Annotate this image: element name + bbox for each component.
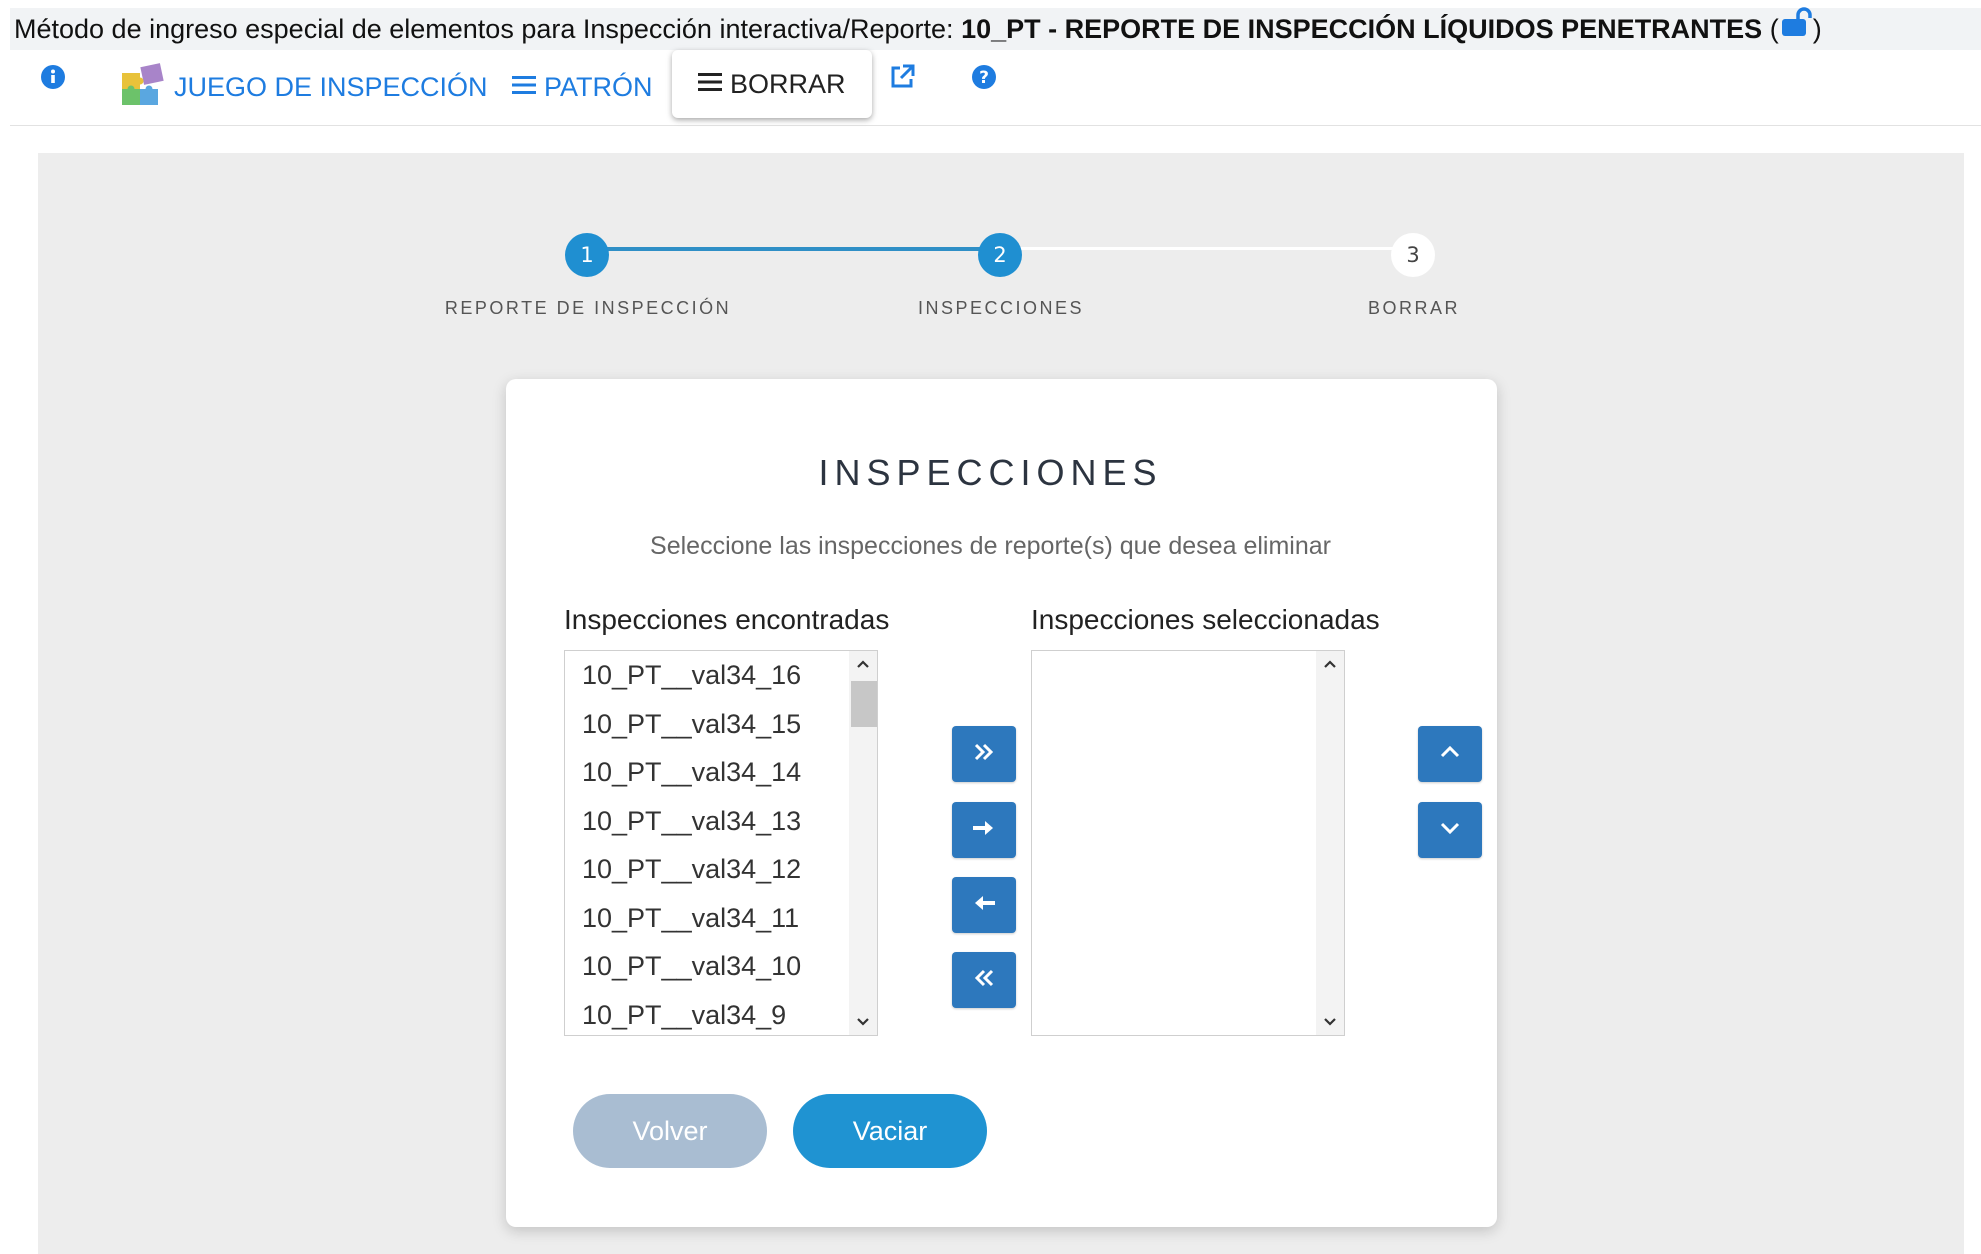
svg-text:?: ? <box>979 68 989 88</box>
selected-listbox[interactable] <box>1031 650 1345 1036</box>
window-title: Método de ingreso especial de elementos … <box>10 7 1981 50</box>
title-paren-open: ( <box>1762 14 1779 44</box>
step-3-label: BORRAR <box>1367 298 1460 318</box>
patron-button[interactable]: PATRÓN <box>512 64 653 110</box>
scroll-up-icon[interactable] <box>849 651 877 677</box>
patron-label: PATRÓN <box>544 71 653 102</box>
double-chevron-left-icon <box>973 968 995 993</box>
puzzle-icon <box>120 61 166 114</box>
empty-button[interactable]: Vaciar <box>793 1094 987 1168</box>
arrow-left-icon <box>971 893 997 918</box>
selected-header: Inspecciones seleccionadas <box>1031 604 1380 635</box>
step-1-label: REPORTE DE INSPECCIÓN <box>444 298 732 318</box>
external-link-icon[interactable] <box>888 63 916 96</box>
found-listbox[interactable]: 10_PT__val34_16 10_PT__val34_15 10_PT__val… <box>564 650 878 1036</box>
found-list-items: 10_PT__val34_16 10_PT__val34_15 10_PT__val… <box>565 651 849 1036</box>
card-title: INSPECCIONES <box>818 452 1163 493</box>
step-3-marker: 3 <box>1391 233 1435 277</box>
title-paren-close: ) <box>1812 14 1822 44</box>
scroll-down-icon[interactable] <box>1316 1009 1344 1035</box>
toolbar: JUEGO DE INSPECCIÓN PATRÓN BORRAR ? <box>10 50 1981 126</box>
move-all-right-button[interactable] <box>952 726 1016 782</box>
move-left-button[interactable] <box>952 877 1016 933</box>
chevron-down-icon <box>1439 821 1461 840</box>
selected-scrollbar[interactable] <box>1316 651 1344 1035</box>
move-up-button[interactable] <box>1418 726 1482 782</box>
juego-inspeccion-label: JUEGO DE INSPECCIÓN <box>174 71 488 102</box>
scroll-up-icon[interactable] <box>1316 651 1344 677</box>
found-list-item[interactable]: 10_PT__val34_9 <box>565 991 849 1036</box>
card-subtitle: Seleccione las inspecciones de reporte(s… <box>650 532 1331 560</box>
scroll-thumb[interactable] <box>851 681 877 727</box>
borrar-label: BORRAR <box>730 68 846 99</box>
step-2-marker: 2 <box>978 233 1022 277</box>
info-icon[interactable] <box>40 64 66 95</box>
found-list-item[interactable]: 10_PT__val34_15 <box>565 700 849 749</box>
stepper-pending-line <box>1000 247 1412 250</box>
move-all-left-button[interactable] <box>952 952 1016 1008</box>
found-list-item[interactable]: 10_PT__val34_14 <box>565 748 849 797</box>
report-name: 10_PT - REPORTE DE INSPECCIÓN LÍQUIDOS P… <box>961 14 1763 44</box>
move-down-button[interactable] <box>1418 802 1482 858</box>
chevron-up-icon <box>1439 745 1461 764</box>
found-list-item[interactable]: 10_PT__val34_12 <box>565 845 849 894</box>
step-2-label: INSPECCIONES <box>917 298 1085 318</box>
found-list-item[interactable]: 10_PT__val34_10 <box>565 942 849 991</box>
move-right-button[interactable] <box>952 802 1016 858</box>
found-list-item[interactable]: 10_PT__val34_11 <box>565 894 849 943</box>
found-list-item[interactable]: 10_PT__val34_13 <box>565 797 849 846</box>
step-1-marker: 1 <box>565 233 609 277</box>
double-chevron-right-icon <box>973 742 995 767</box>
borrar-tab[interactable]: BORRAR <box>672 50 872 118</box>
unlock-icon[interactable] <box>1779 7 1813 49</box>
title-prefix: Método de ingreso especial de elementos … <box>14 14 962 44</box>
back-button[interactable]: Volver <box>573 1094 767 1168</box>
stepper-progress-line <box>588 247 1000 251</box>
found-list-item[interactable]: 10_PT__val34_16 <box>565 651 849 700</box>
found-scrollbar[interactable] <box>849 651 877 1035</box>
help-icon[interactable]: ? <box>971 64 997 95</box>
scroll-down-icon[interactable] <box>849 1009 877 1035</box>
arrow-right-icon <box>971 818 997 843</box>
hamburger-icon <box>698 69 722 100</box>
hamburger-icon <box>512 72 536 103</box>
found-header: Inspecciones encontradas <box>564 604 890 635</box>
juego-inspeccion-button[interactable]: JUEGO DE INSPECCIÓN <box>120 62 488 110</box>
